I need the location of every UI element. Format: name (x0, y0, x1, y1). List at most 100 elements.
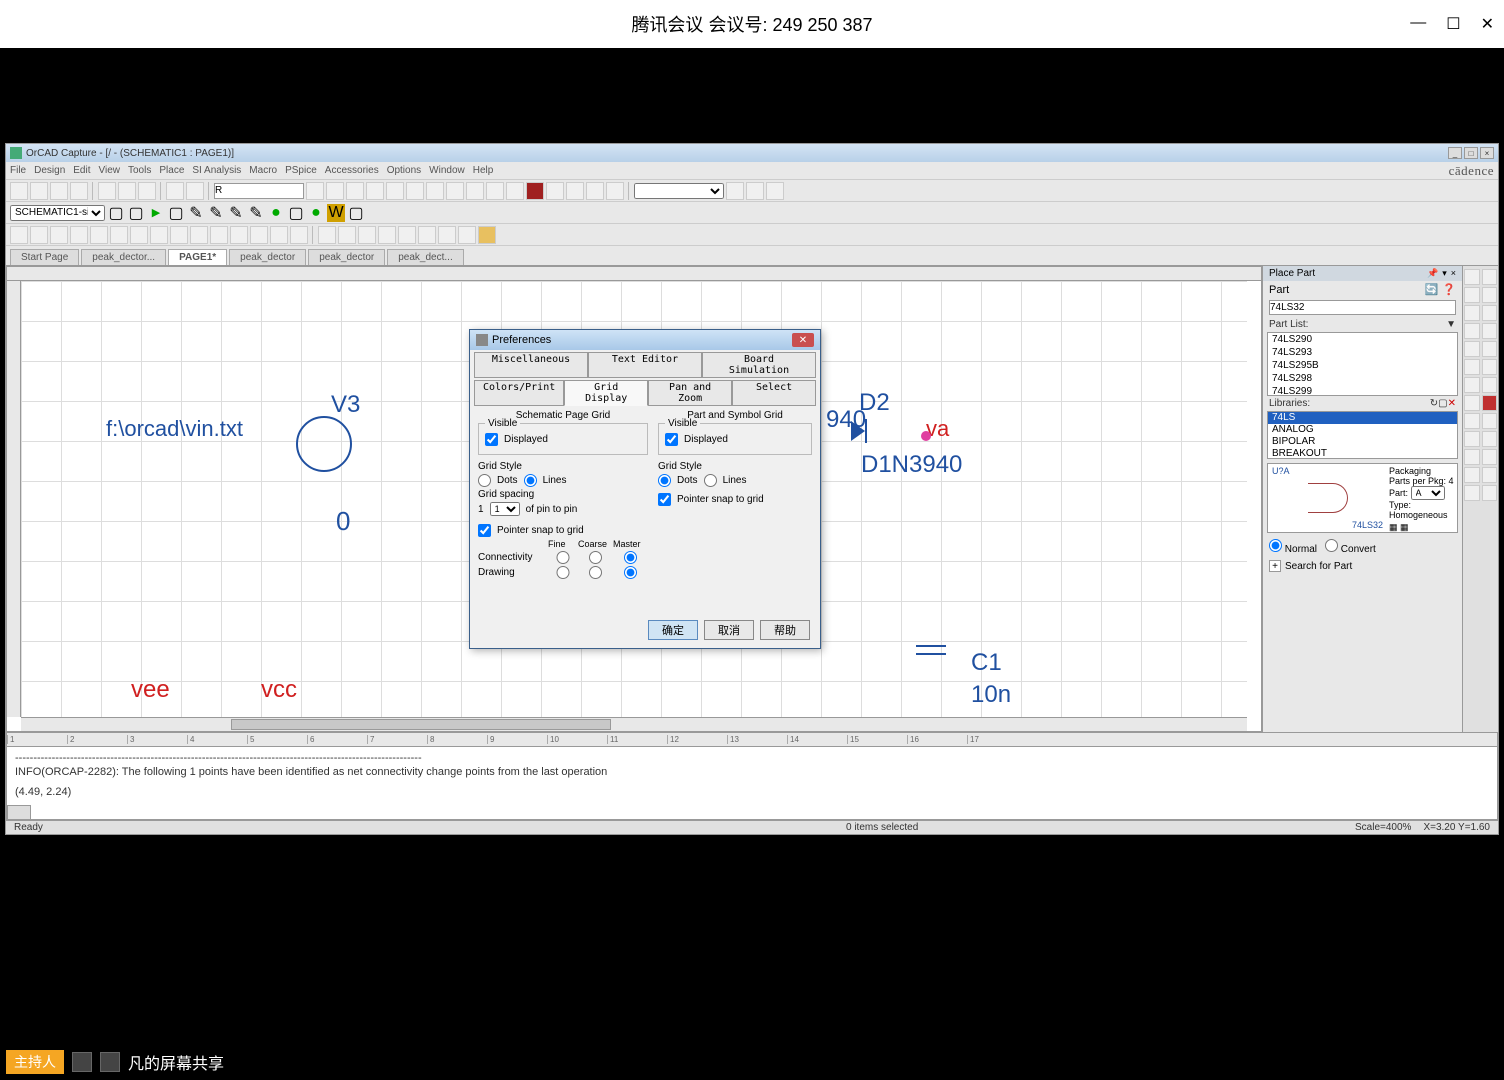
lib-refresh-icon[interactable]: ↻ (1430, 398, 1438, 409)
rt-extra4-icon[interactable] (1482, 485, 1498, 501)
search-input[interactable] (214, 183, 304, 199)
sch-node-va[interactable] (921, 431, 931, 441)
back-annotate-icon[interactable] (466, 182, 484, 200)
t3-5-icon[interactable] (90, 226, 108, 244)
rt-offpage-icon[interactable] (1464, 377, 1480, 393)
pg-dots-radio[interactable] (658, 474, 671, 487)
t3-align-4-icon[interactable] (378, 226, 396, 244)
voltage-probe-icon[interactable]: ✎ (187, 204, 205, 222)
tab-peak-2[interactable]: peak_dector (229, 249, 306, 265)
menu-design[interactable]: Design (34, 165, 65, 176)
zoom-fit-icon[interactable] (366, 182, 384, 200)
t3-15-icon[interactable] (290, 226, 308, 244)
lib-item[interactable]: ANALOG (1268, 424, 1457, 436)
log-tab[interactable] (7, 805, 31, 819)
t3-highlight-icon[interactable] (478, 226, 496, 244)
rt-select-icon[interactable] (1464, 269, 1480, 285)
t3-align-6-icon[interactable] (418, 226, 436, 244)
sg-spacing-select[interactable]: 1 (490, 502, 520, 516)
u1-icon[interactable] (406, 182, 424, 200)
t3-align-2-icon[interactable] (338, 226, 356, 244)
sg-snap-check[interactable] (478, 524, 491, 537)
rt-port-icon[interactable] (1482, 359, 1498, 375)
t3-6-icon[interactable] (110, 226, 128, 244)
tab-peak-4[interactable]: peak_dect... (387, 249, 463, 265)
sch-label-vee[interactable]: vee (131, 676, 170, 704)
part-input[interactable] (1269, 300, 1456, 315)
part-item[interactable]: 74LS293 (1268, 346, 1457, 359)
dtab-colors[interactable]: Colors/Print (474, 380, 564, 406)
menu-file[interactable]: File (10, 165, 26, 176)
sg-displayed-check[interactable] (485, 433, 498, 446)
menu-window[interactable]: Window (429, 165, 465, 176)
rt-noconnect-icon[interactable] (1482, 377, 1498, 393)
sch-source-circle[interactable] (296, 416, 352, 472)
lib-item[interactable]: BIPOLAR (1268, 436, 1457, 448)
u2-icon[interactable] (426, 182, 444, 200)
sg-conn-master[interactable] (613, 551, 648, 564)
rt-busent-icon[interactable] (1464, 323, 1480, 339)
sch-label-file[interactable]: f:\orcad\vin.txt (106, 416, 243, 442)
new-icon[interactable] (10, 182, 28, 200)
redo-icon[interactable] (186, 182, 204, 200)
sg-draw-coarse[interactable] (578, 566, 613, 579)
rt-netalias-icon[interactable] (1482, 323, 1498, 339)
bom-icon[interactable] (506, 182, 524, 200)
lib-add-icon[interactable]: ▢ (1438, 398, 1447, 409)
part-item[interactable]: 74LS299 (1268, 385, 1457, 396)
t3-8-icon[interactable] (150, 226, 168, 244)
t3-3-icon[interactable] (50, 226, 68, 244)
rt-net-icon[interactable] (1482, 287, 1498, 303)
part-refresh-icon[interactable]: 🔄 (1425, 283, 1439, 296)
probe-icon[interactable] (566, 182, 584, 200)
sch-label-d1n3940[interactable]: D1N3940 (861, 451, 962, 479)
zoom-in-icon[interactable] (306, 182, 324, 200)
sch-capacitor-c1[interactable] (916, 641, 946, 661)
t3-10-icon[interactable] (190, 226, 208, 244)
rt-part-icon[interactable] (1482, 269, 1498, 285)
print-icon[interactable] (70, 182, 88, 200)
t3-align-1-icon[interactable] (318, 226, 336, 244)
tab-peak-1[interactable]: peak_dector... (81, 249, 166, 265)
panel-pin-icon[interactable]: 📌 (1427, 268, 1438, 279)
menu-edit[interactable]: Edit (73, 165, 90, 176)
rt-delete-icon[interactable] (1482, 395, 1498, 411)
pg-lines-radio[interactable] (704, 474, 717, 487)
rt-ellipse-icon[interactable] (1464, 431, 1480, 447)
menu-place[interactable]: Place (159, 165, 184, 176)
netlist-icon[interactable] (526, 182, 544, 200)
rt-rect-icon[interactable] (1482, 413, 1498, 429)
rt-bus-icon[interactable] (1464, 305, 1480, 321)
t3-2-icon[interactable] (30, 226, 48, 244)
t3-9-icon[interactable] (170, 226, 188, 244)
cut-icon[interactable] (98, 182, 116, 200)
marker-i-icon[interactable]: ▢ (287, 204, 305, 222)
t3-align-5-icon[interactable] (398, 226, 416, 244)
meeting-minimize-icon[interactable]: — (1410, 14, 1426, 34)
part-help-icon[interactable]: ❓ (1442, 283, 1456, 296)
schematic-select[interactable]: SCHEMATIC1-sim (10, 205, 105, 221)
last-icon[interactable]: ▢ (347, 204, 365, 222)
window-maximize-icon[interactable]: □ (1464, 147, 1478, 159)
view-results-icon[interactable]: ▢ (167, 204, 185, 222)
help-icon[interactable] (606, 182, 624, 200)
meeting-close-icon[interactable]: ✕ (1481, 14, 1494, 34)
snap-icon[interactable] (586, 182, 604, 200)
annotate-icon[interactable] (446, 182, 464, 200)
edit-sim-icon[interactable]: ▢ (127, 204, 145, 222)
find-combo[interactable] (634, 183, 724, 199)
hscroll-thumb[interactable] (231, 719, 611, 730)
rt-line-icon[interactable] (1464, 395, 1480, 411)
paste-icon[interactable] (138, 182, 156, 200)
dtab-grid-display[interactable]: Grid Display (564, 380, 648, 406)
eye-icon[interactable] (386, 182, 404, 200)
sch-label-gnd[interactable]: 0 (336, 506, 350, 537)
sg-dots-radio[interactable] (478, 474, 491, 487)
rt-wire-icon[interactable] (1464, 287, 1480, 303)
libraries-list[interactable]: 74LS ANALOG BIPOLAR BREAKOUT Design Cach… (1267, 411, 1458, 459)
sg-draw-master[interactable] (613, 566, 648, 579)
menu-si-analysis[interactable]: SI Analysis (192, 165, 241, 176)
lib-remove-icon[interactable]: ✕ (1448, 398, 1456, 409)
t3-1-icon[interactable] (10, 226, 28, 244)
dialog-close-button[interactable]: ✕ (792, 333, 814, 347)
